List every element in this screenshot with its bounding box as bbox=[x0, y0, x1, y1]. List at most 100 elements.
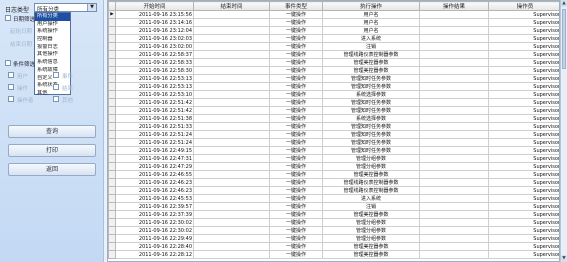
row-indicator[interactable] bbox=[108, 50, 116, 59]
table-row[interactable]: 2011-09-16 22:51:24 一键操作 管理知时任务参数 Superviso… bbox=[108, 138, 559, 147]
cell-end-time bbox=[193, 58, 270, 67]
row-indicator[interactable] bbox=[108, 218, 116, 227]
row-indicator[interactable] bbox=[108, 90, 116, 99]
query-button[interactable]: 查询 bbox=[8, 125, 96, 138]
table-row[interactable]: 2011-09-16 22:51:38 一键操作 系统选择参数 Supervisor bbox=[108, 114, 559, 123]
cell-end-time bbox=[193, 34, 270, 43]
back-button[interactable]: 返回 bbox=[8, 163, 96, 176]
table-row[interactable]: 2011-09-16 23:14:16 一键操作 用户名 Supervisor bbox=[108, 18, 559, 27]
dropdown-option[interactable]: 系统信息 bbox=[35, 59, 70, 67]
row-indicator[interactable] bbox=[108, 170, 116, 179]
table-row[interactable]: 2011-09-16 22:58:33 一键操作 管理美控器参数 Supervisor bbox=[108, 58, 559, 67]
row-indicator[interactable] bbox=[108, 26, 116, 35]
column-header-user[interactable]: 操作员 bbox=[488, 1, 559, 11]
table-row[interactable]: 2011-09-16 22:46:55 一键操作 管理美控器参数 Supervisor bbox=[108, 170, 559, 179]
table-row[interactable]: 2011-09-16 22:51:33 一键操作 管理知时任务参数 Superviso… bbox=[108, 122, 559, 131]
print-button[interactable]: 打印 bbox=[8, 144, 96, 157]
row-indicator[interactable]: ▶ bbox=[108, 10, 116, 19]
log-type-select[interactable]: 所有分类 ▼ bbox=[34, 3, 97, 13]
table-row[interactable]: 2011-09-16 22:47:29 一键操作 管理分组参数 Supervisor bbox=[108, 162, 559, 171]
column-header-action[interactable]: 执行操作 bbox=[322, 1, 420, 11]
condition-checkbox[interactable] bbox=[53, 84, 59, 90]
condition-filter-checkbox[interactable] bbox=[5, 60, 11, 66]
row-indicator[interactable] bbox=[108, 138, 116, 147]
scroll-thumb[interactable] bbox=[562, 9, 566, 69]
table-row[interactable]: 2011-09-16 22:51:24 一键操作 管理知时任务参数 Superviso… bbox=[108, 130, 559, 139]
row-indicator[interactable] bbox=[108, 186, 116, 195]
row-indicator[interactable] bbox=[108, 202, 116, 211]
table-row[interactable]: 2011-09-16 22:28:12 一键操作 管理美控器参数 Supervisor bbox=[108, 250, 559, 259]
row-indicator[interactable] bbox=[108, 34, 116, 43]
table-row[interactable]: 2011-09-16 22:28:40 一键操作 管理美控器参数 Supervisor bbox=[108, 242, 559, 251]
log-type-dropdown[interactable]: 所有分类 用户操作 系统操作 控制器 报警日志 其他操作 系统信息 系统故障 自定义 系统状态 其他 bbox=[34, 12, 71, 96]
row-indicator[interactable] bbox=[108, 74, 116, 83]
table-row[interactable]: 2011-09-16 22:53:13 一键操作 管理知时任务参数 Superviso… bbox=[108, 82, 559, 91]
table-row[interactable]: 2011-09-16 22:47:31 一键操作 管理分组参数 Supervisor bbox=[108, 154, 559, 163]
scroll-down-icon[interactable]: ▼ bbox=[561, 255, 567, 262]
table-row[interactable]: 2011-09-16 22:49:15 一键操作 管理知时任务参数 Superviso… bbox=[108, 146, 559, 155]
table-row[interactable]: 2011-09-16 23:02:00 一键操作 注销 Supervisor bbox=[108, 42, 559, 51]
log-grid[interactable]: 开始时间 结束时间 事件类型 执行操作 操作结果 操作员 ▶ 2011-09-16… bbox=[107, 0, 560, 262]
condition-checkbox[interactable] bbox=[8, 84, 14, 90]
row-indicator[interactable] bbox=[108, 194, 116, 203]
column-header-start[interactable]: 开始时间 bbox=[115, 1, 194, 11]
table-row[interactable]: 2011-09-16 22:29:49 一键操作 管理分组参数 Supervisor bbox=[108, 234, 559, 243]
table-row[interactable]: ▶ 2011-09-16 23:15:56 一键操作 用户名 Supervisor bbox=[108, 10, 559, 19]
table-row[interactable]: 2011-09-16 22:53:10 一键操作 系统选择参数 Supervisor bbox=[108, 90, 559, 99]
condition-checkbox[interactable] bbox=[53, 96, 59, 102]
dropdown-option[interactable]: 所有分类 bbox=[35, 13, 70, 21]
row-indicator[interactable] bbox=[108, 82, 116, 91]
condition-checkbox[interactable] bbox=[8, 96, 14, 102]
table-row[interactable]: 2011-09-16 23:12:04 一键操作 用户名 Supervisor bbox=[108, 26, 559, 35]
column-header-result[interactable]: 操作结果 bbox=[419, 1, 489, 11]
condition-checkbox[interactable] bbox=[53, 72, 59, 78]
dropdown-option[interactable]: 用户操作 bbox=[35, 21, 70, 29]
cell-event-type: 一键操作 bbox=[269, 162, 323, 171]
table-row[interactable]: 2011-09-16 22:30:02 一键操作 管理分组参数 Supervisor bbox=[108, 226, 559, 235]
row-indicator[interactable] bbox=[108, 178, 116, 187]
cell-result bbox=[419, 122, 489, 131]
row-indicator[interactable] bbox=[108, 146, 116, 155]
row-indicator[interactable] bbox=[108, 42, 116, 51]
row-indicator[interactable] bbox=[108, 154, 116, 163]
chevron-down-icon[interactable]: ▼ bbox=[87, 4, 96, 11]
row-indicator[interactable] bbox=[108, 98, 116, 107]
dropdown-option[interactable]: 其他操作 bbox=[35, 51, 70, 59]
dropdown-option[interactable]: 控制器 bbox=[35, 36, 70, 44]
row-indicator[interactable] bbox=[108, 234, 116, 243]
row-indicator[interactable] bbox=[108, 114, 116, 123]
table-row[interactable]: 2011-09-16 22:30:02 一键操作 管理分组参数 Supervisor bbox=[108, 218, 559, 227]
row-indicator[interactable] bbox=[108, 130, 116, 139]
row-indicator[interactable] bbox=[108, 250, 116, 259]
dropdown-option[interactable]: 系统操作 bbox=[35, 28, 70, 36]
table-row[interactable]: 2011-09-16 22:53:13 一键操作 管理知时任务参数 Superviso… bbox=[108, 74, 559, 83]
row-indicator[interactable] bbox=[108, 210, 116, 219]
row-indicator[interactable] bbox=[108, 106, 116, 115]
row-indicator[interactable] bbox=[108, 66, 116, 75]
row-indicator[interactable] bbox=[108, 162, 116, 171]
row-indicator[interactable] bbox=[108, 122, 116, 131]
table-row[interactable]: 2011-09-16 22:58:37 一键操作 管理线路仪表控制器参数 Superv… bbox=[108, 50, 559, 59]
table-row[interactable]: 2011-09-16 22:51:42 一键操作 管理知时任务参数 Superviso… bbox=[108, 106, 559, 115]
table-row[interactable]: 2011-09-16 22:37:39 一键操作 管理美控器参数 Supervisor bbox=[108, 210, 559, 219]
date-filter-checkbox[interactable] bbox=[5, 15, 11, 21]
table-row[interactable]: 2011-09-16 22:39:57 一键操作 注销 Supervisor bbox=[108, 202, 559, 211]
row-indicator[interactable] bbox=[108, 18, 116, 27]
cell-result bbox=[419, 98, 489, 107]
vertical-scrollbar[interactable]: ▲ ▼ bbox=[560, 0, 567, 262]
dropdown-option[interactable]: 报警日志 bbox=[35, 44, 70, 52]
column-header-end[interactable]: 结束时间 bbox=[193, 1, 270, 11]
column-header-type[interactable]: 事件类型 bbox=[269, 1, 323, 11]
row-indicator[interactable] bbox=[108, 58, 116, 67]
table-row[interactable]: 2011-09-16 22:46:23 一键操作 管理线路仪表控制器参数 Superv… bbox=[108, 186, 559, 195]
table-row[interactable]: 2011-09-16 22:51:42 一键操作 管理知时任务参数 Superviso… bbox=[108, 98, 559, 107]
scroll-up-icon[interactable]: ▲ bbox=[561, 0, 567, 7]
table-row[interactable]: 2011-09-16 23:02:03 一键操作 进入系统 Supervisor bbox=[108, 34, 559, 43]
condition-checkbox[interactable] bbox=[8, 72, 14, 78]
cell-start-time: 2011-09-16 23:14:16 bbox=[115, 18, 194, 27]
row-indicator[interactable] bbox=[108, 226, 116, 235]
table-row[interactable]: 2011-09-16 22:46:23 一键操作 管理线路仪表控制器参数 Superv… bbox=[108, 178, 559, 187]
table-row[interactable]: 2011-09-16 22:58:30 一键操作 管理美控器参数 Supervisor bbox=[108, 66, 559, 75]
table-row[interactable]: 2011-09-16 22:45:53 一键操作 进入系统 Supervisor bbox=[108, 194, 559, 203]
row-indicator[interactable] bbox=[108, 242, 116, 251]
